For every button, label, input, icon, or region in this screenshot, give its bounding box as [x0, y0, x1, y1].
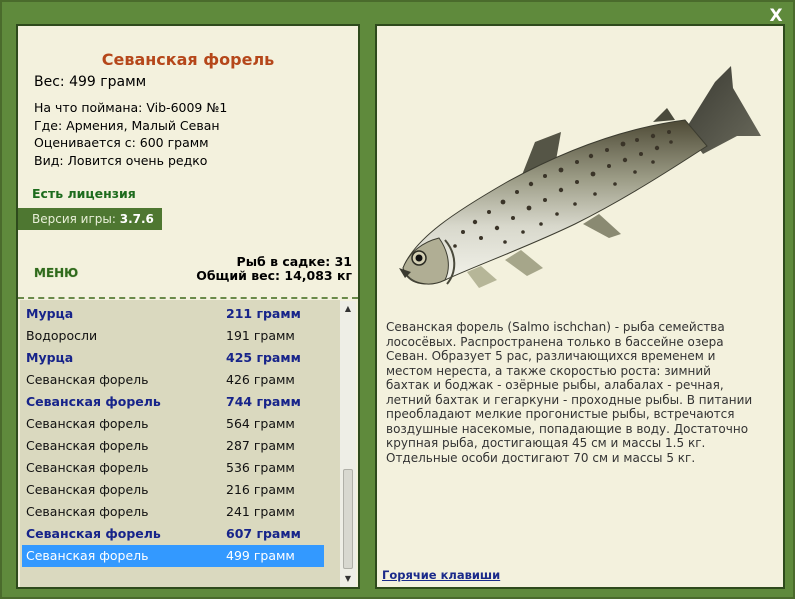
fish-description: Севанская форель (Salmo ischchan) - рыба…	[386, 320, 753, 465]
list-item-name: Севанская форель	[26, 504, 149, 519]
list-item-name: Водоросли	[26, 328, 98, 343]
list-item-weight: 607 грамм	[226, 526, 301, 541]
list-item-name: Севанская форель	[26, 394, 161, 409]
list-item-name: Севанская форель	[26, 438, 149, 453]
list-item[interactable]: Севанская форель 287 грамм	[22, 435, 324, 457]
license-status: Есть лицензия	[32, 186, 136, 201]
list-item-weight: 287 грамм	[226, 438, 295, 453]
catch-list-items: Мурца 211 грамм Водоросли 191 грамм Мурца 425…	[22, 303, 324, 567]
list-item[interactable]: Севанская форель 744 грамм	[22, 391, 324, 413]
list-item[interactable]: Мурца 211 грамм	[22, 303, 324, 325]
fish-weight: Вес: 499 грамм	[34, 74, 147, 90]
trout-image	[399, 66, 761, 288]
arrow-up-icon[interactable]: ▲	[340, 301, 356, 317]
list-item-weight: 536 грамм	[226, 460, 295, 475]
catch-list-scrollbar[interactable]: ▲ ▼	[340, 301, 356, 587]
list-item-name: Севанская форель	[26, 526, 161, 541]
location: Где: Армения, Малый Севан	[34, 117, 220, 133]
list-item-name: Мурца	[26, 350, 74, 365]
close-icon[interactable]: X	[767, 7, 785, 25]
basket-total-weight: Общий вес: 14,083 кг	[196, 268, 352, 283]
valued-from: Оценивается с: 600 грамм	[34, 135, 209, 150]
game-window: X Севанская форель Вес: 499 грамм На что…	[0, 0, 795, 599]
list-item-weight: 564 грамм	[226, 416, 295, 431]
scroll-thumb[interactable]	[343, 469, 353, 569]
list-item-name: Мурца	[26, 306, 74, 321]
list-item[interactable]: Севанская форель 536 грамм	[22, 457, 324, 479]
fish-title: Севанская форель	[101, 50, 275, 69]
list-item[interactable]: Севанская форель 607 грамм	[22, 523, 324, 545]
divider	[18, 297, 358, 299]
list-item[interactable]: Севанская форель 216 грамм	[22, 479, 324, 501]
hotkeys-link[interactable]: Горячие клавиши	[382, 568, 500, 582]
list-item-weight: 191 грамм	[226, 328, 295, 343]
list-item-name: Севанская форель	[26, 460, 149, 475]
list-item[interactable]: Севанская форель 426 грамм	[22, 369, 324, 391]
list-item[interactable]: Водоросли 191 грамм	[22, 325, 324, 347]
basket-count: Рыб в садке: 31	[236, 254, 352, 269]
version-bar: Версия игры: 3.7.6	[18, 208, 162, 230]
list-item[interactable]: Севанская форель 564 грамм	[22, 413, 324, 435]
list-item-weight: 426 грамм	[226, 372, 295, 387]
basket-info: Рыб в садке: 31 Общий вес: 14,083 кг	[196, 255, 352, 283]
list-item-selected[interactable]: Севанская форель 499 грамм	[22, 545, 324, 567]
list-item-name: Севанская форель	[26, 416, 149, 431]
fish-encyclopedia-panel: Севанская форель (Salmo ischchan) - рыба…	[375, 24, 785, 589]
list-item-name: Севанская форель	[26, 548, 149, 563]
list-item-weight: 216 грамм	[226, 482, 295, 497]
list-item[interactable]: Севанская форель 241 грамм	[22, 501, 324, 523]
fish-kind: Вид: Ловится очень редко	[34, 152, 208, 168]
list-item-weight: 241 грамм	[226, 504, 295, 519]
catch-list[interactable]: Мурца 211 грамм Водоросли 191 грамм Мурца 425…	[20, 300, 340, 587]
version-label: Версия игры:	[32, 212, 116, 226]
list-item-weight: 211 грамм	[226, 306, 301, 321]
catch-info-panel: Севанская форель Вес: 499 грамм На что п…	[16, 24, 360, 589]
list-item-weight: 744 грамм	[226, 394, 301, 409]
arrow-down-icon[interactable]: ▼	[340, 571, 356, 587]
caught-with: На что поймана: Vib-6009 №1	[34, 100, 228, 115]
list-item-name: Севанская форель	[26, 482, 149, 497]
fish-details: На что поймана: Vib-6009 №1 Где: Армения…	[34, 99, 227, 169]
menu-button[interactable]: МЕНЮ	[34, 266, 78, 280]
list-item[interactable]: Мурца 425 грамм	[22, 347, 324, 369]
list-item-weight: 425 грамм	[226, 350, 301, 365]
list-item-weight: 499 грамм	[226, 548, 295, 563]
list-item-name: Севанская форель	[26, 372, 149, 387]
version-value: 3.7.6	[119, 212, 154, 226]
